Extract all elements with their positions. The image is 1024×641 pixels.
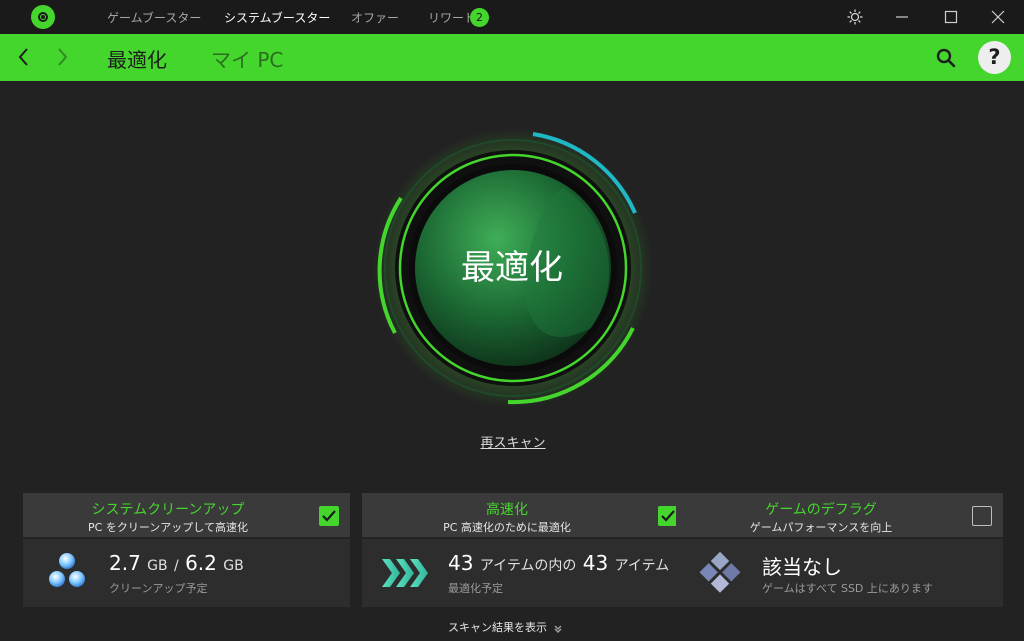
tab-optimize[interactable]: 最適化	[107, 44, 167, 73]
defrag-blocks-icon	[699, 551, 741, 593]
gauge-label: 最適化	[461, 248, 563, 288]
card-note: ゲームはすべて SSD 上にあります	[762, 582, 933, 595]
cleanup-value: 2.7	[109, 551, 141, 575]
help-button[interactable]: ?	[978, 41, 1011, 74]
card-body: 該当なし ゲームはすべて SSD 上にあります	[676, 539, 1003, 607]
card-note: クリーンアップ予定	[109, 582, 208, 595]
section-header: 最適化 マイ PC ?	[0, 34, 1024, 81]
show-scan-results-link[interactable]: スキャン結果を表示	[448, 619, 563, 635]
close-icon[interactable]	[988, 7, 1008, 27]
speedup-text: アイテムの内の	[479, 558, 577, 574]
speedup-count: 43 アイテムの内の 43 アイテム	[448, 551, 669, 575]
tab-system-booster[interactable]: システムブースター	[224, 9, 330, 26]
card-body: 43 アイテムの内の 43 アイテム 最適化予定	[362, 539, 689, 607]
speedup-total: 43	[582, 551, 609, 575]
app-logo-icon[interactable]	[31, 5, 55, 29]
maximize-icon[interactable]	[941, 7, 961, 27]
total-unit: GB	[223, 558, 244, 574]
tab-rewards[interactable]: リワード	[428, 9, 476, 26]
search-icon[interactable]	[934, 46, 958, 70]
rewards-count-badge: 2	[470, 8, 489, 27]
speedup-checkbox[interactable]	[658, 506, 678, 526]
defrag-checkbox[interactable]	[972, 506, 992, 526]
card-system-cleanup: システムクリーンアップ PC をクリーンアップして高速化 2.7 GB / 6.…	[23, 493, 350, 607]
defrag-status: 該当なし	[762, 555, 842, 579]
speedup-value: 43	[448, 551, 474, 575]
title-bar: ゲームブースター システムブースター オファー リワード 2	[0, 0, 1024, 34]
card-header: ゲームのデフラグ ゲームパフォーマンスを向上	[676, 493, 1003, 537]
card-subtitle: PC 高速化のために最適化	[443, 521, 571, 534]
tab-my-pc[interactable]: マイ PC	[211, 44, 283, 73]
speedup-unit: アイテム	[614, 558, 670, 574]
card-body: 2.7 GB / 6.2 GB クリーンアップ予定	[23, 539, 350, 607]
checkmark-icon	[661, 510, 675, 522]
card-title: 高速化	[486, 502, 528, 518]
card-subtitle: ゲームパフォーマンスを向上	[749, 521, 893, 534]
checkmark-icon	[322, 510, 336, 522]
logo-dot	[41, 15, 45, 19]
settings-gear-icon[interactable]	[845, 7, 865, 27]
cleanup-unit: GB	[147, 558, 168, 574]
cleanup-bubbles-icon	[49, 553, 85, 587]
card-title: ゲームのデフラグ	[765, 502, 877, 518]
show-results-label: スキャン結果を表示	[448, 621, 547, 634]
total-value: 6.2	[185, 551, 217, 575]
back-arrow-icon[interactable]	[14, 45, 34, 69]
separator: /	[173, 558, 179, 574]
card-note: 最適化予定	[448, 582, 503, 595]
card-game-defrag: ゲームのデフラグ ゲームパフォーマンスを向上 該当なし ゲームはすべて SSD …	[676, 493, 1003, 607]
forward-arrow-icon[interactable]	[52, 45, 72, 69]
tab-game-booster[interactable]: ゲームブースター	[107, 9, 201, 26]
tab-offers[interactable]: オファー	[351, 9, 399, 26]
card-header: システムクリーンアップ PC をクリーンアップして高速化	[23, 493, 350, 537]
cleanup-checkbox[interactable]	[319, 506, 339, 526]
chevron-down-icon	[554, 625, 562, 634]
rescan-link[interactable]: 再スキャン	[463, 432, 563, 451]
card-header: 高速化 PC 高速化のために最適化	[362, 493, 689, 537]
speed-chevrons-icon	[382, 559, 428, 587]
card-subtitle: PC をクリーンアップして高速化	[88, 521, 248, 534]
card-title: システムクリーンアップ	[91, 502, 245, 518]
card-speed-up: 高速化 PC 高速化のために最適化 43 アイテムの内の 43 アイテム 最適化…	[362, 493, 689, 607]
minimize-icon[interactable]	[892, 7, 912, 27]
cleanup-size: 2.7 GB / 6.2 GB	[109, 551, 244, 575]
